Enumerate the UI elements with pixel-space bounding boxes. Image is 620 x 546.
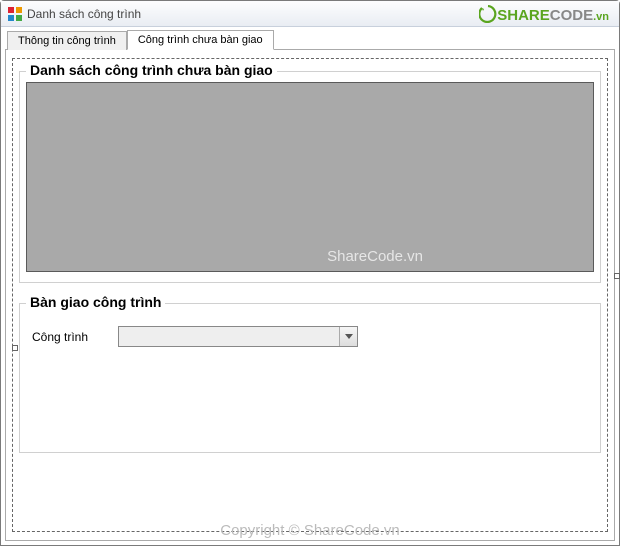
groupbox-handover: Bàn giao công trình Công trình xyxy=(19,303,601,453)
client-area: Thông tin công trình Công trình chưa bàn… xyxy=(5,28,615,541)
groupbox-pending-list: Danh sách công trình chưa bàn giao Share… xyxy=(19,71,601,283)
datagrid-pending[interactable]: ShareCode.vn xyxy=(26,82,594,272)
groupbox-title-pending: Danh sách công trình chưa bàn giao xyxy=(26,62,277,78)
window-title: Danh sách công trình xyxy=(27,7,141,21)
tab-strip: Thông tin công trình Công trình chưa bàn… xyxy=(5,28,615,50)
footer-watermark: Copyright © ShareCode.vn xyxy=(1,522,619,539)
groupbox-title-handover: Bàn giao công trình xyxy=(26,294,165,310)
tab-panel-pending: Danh sách công trình chưa bàn giao Share… xyxy=(5,50,615,541)
combo-project[interactable] xyxy=(118,326,358,347)
resize-handle-left[interactable] xyxy=(12,345,18,351)
resize-handle-right[interactable] xyxy=(614,273,620,279)
label-project: Công trình xyxy=(32,330,118,344)
tab-pending[interactable]: Công trình chưa bàn giao xyxy=(127,30,274,50)
sharecode-logo: SHARECODE.vn xyxy=(479,5,609,24)
combo-project-dropdown-button[interactable] xyxy=(339,327,357,346)
tab-info[interactable]: Thông tin công trình xyxy=(7,31,127,50)
combo-project-input[interactable] xyxy=(119,327,339,346)
grid-watermark: ShareCode.vn xyxy=(327,248,423,265)
window-frame: Danh sách công trình SHARECODE.vn Thông … xyxy=(0,0,620,546)
chevron-down-icon xyxy=(345,334,353,339)
app-icon xyxy=(7,6,23,22)
selection-outline: Danh sách công trình chưa bàn giao Share… xyxy=(12,58,608,532)
form-row-project: Công trình xyxy=(26,314,594,371)
